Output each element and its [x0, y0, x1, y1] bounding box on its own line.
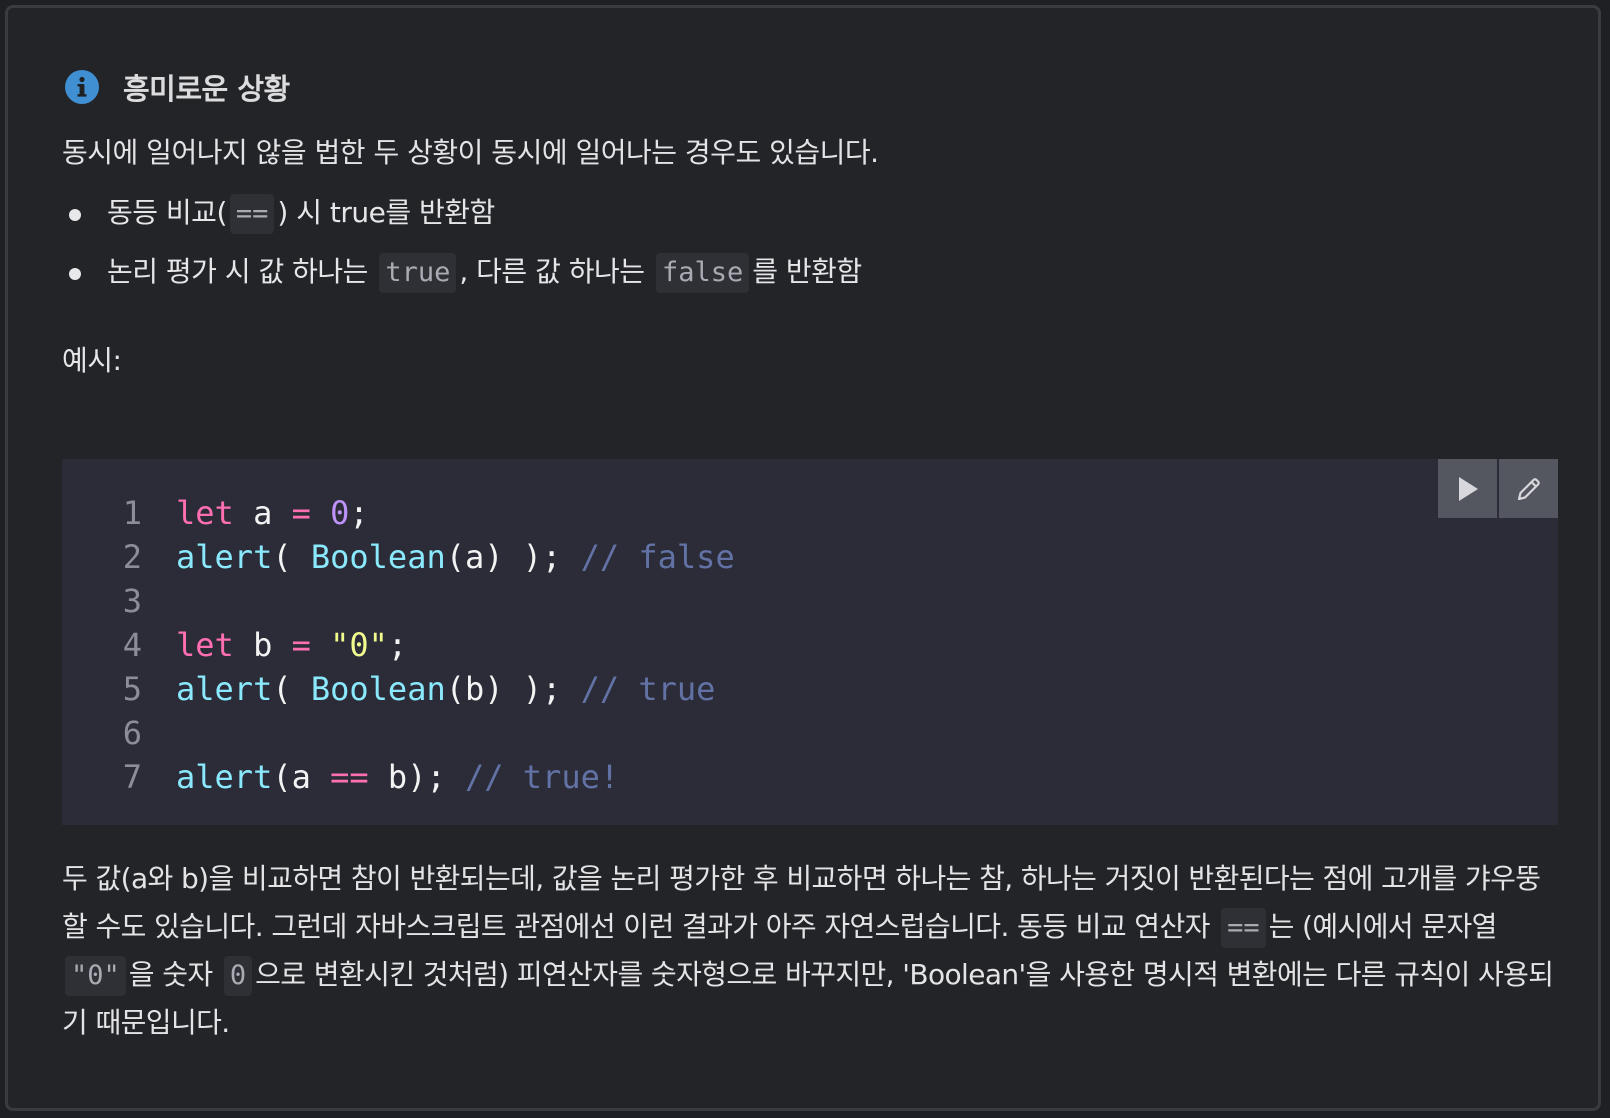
code-token: ;: [387, 626, 408, 664]
code-source: alert( Boolean(b) ); // true: [142, 667, 715, 711]
code-line: 5 alert( Boolean(b) ); // true: [62, 667, 735, 711]
content-frame: 흥미로운 상황 동시에 일어나지 않을 법한 두 상황이 동시에 일어나는 경우…: [5, 5, 1601, 1111]
code-source: alert( Boolean(a) ); // false: [142, 535, 735, 579]
code-line: 3: [62, 579, 735, 623]
note-header: 흥미로운 상황: [62, 63, 1562, 111]
edit-code-button[interactable]: [1499, 459, 1558, 518]
code-token: ;: [349, 494, 369, 532]
point-text: 를 반환함: [752, 255, 862, 288]
code-token: b);: [368, 758, 465, 796]
code-token: a: [233, 494, 292, 532]
code-source: let b = "0";: [142, 623, 407, 667]
outro-text: 을 숫자: [128, 958, 221, 991]
code-source: [142, 579, 176, 623]
code-token: (a: [272, 758, 331, 796]
code-line: 7 alert(a == b); // true!: [62, 755, 735, 799]
outro-paragraph: 두 값(a와 b)을 비교하면 참이 반환되는데, 값을 논리 평가한 후 비교…: [62, 855, 1562, 1047]
code-token: Boolean: [310, 670, 446, 708]
code-token: // true!: [464, 758, 620, 796]
code-block: 1 let a = 0; 2 alert( Boolean(a) ); // fals…: [62, 459, 1558, 825]
line-number: 7: [122, 758, 142, 796]
code-token: (a) );: [445, 538, 581, 576]
inline-code: 0: [223, 956, 253, 996]
code-token: let: [176, 494, 234, 532]
code-line: 1 let a = 0;: [62, 491, 735, 535]
code-token: (: [272, 670, 311, 708]
example-label: 예시:: [62, 344, 122, 377]
code-line: 6: [62, 711, 735, 755]
code-token: alert: [176, 758, 273, 796]
inline-code: "0": [65, 956, 126, 996]
list-item: 동등 비교(==) 시 true를 반환함: [62, 193, 1562, 234]
point-text: , 다른 값 하나는: [459, 255, 653, 288]
code-token: alert: [176, 538, 273, 576]
line-number: 4: [122, 626, 142, 664]
line-number: 1: [122, 494, 142, 532]
code-token: alert: [176, 670, 273, 708]
outro-text: 는 (예시에서 문자열: [1268, 910, 1498, 943]
code-token: b: [233, 626, 292, 664]
line-number: 5: [122, 670, 142, 708]
line-number: 6: [122, 714, 142, 752]
point-text: ) 시 true를 반환함: [277, 196, 495, 229]
outro-text: 으로 변환시킨 것처럼) 피연산자를 숫자형으로 바꾸지만, 'Boolean'…: [62, 958, 1554, 1039]
code-token: (b) );: [445, 670, 581, 708]
code-token: =: [291, 626, 311, 664]
code-line: 4 let b = "0";: [62, 623, 735, 667]
list-item: 논리 평가 시 값 하나는 true, 다른 값 하나는 false 를 반환함: [62, 252, 1562, 293]
inline-code: true: [379, 253, 457, 293]
code-source: alert(a == b); // true!: [142, 755, 619, 799]
intro-text: 동시에 일어나지 않을 법한 두 상황이 동시에 일어나는 경우도 있습니다.: [62, 136, 879, 169]
inline-code: false: [655, 253, 750, 293]
line-number: 3: [122, 582, 142, 620]
code-token: Boolean: [310, 538, 446, 576]
code-token: 0: [330, 494, 350, 532]
code-source: [142, 711, 176, 755]
code-token: let: [176, 626, 234, 664]
line-number: 2: [122, 538, 142, 576]
point-text: 동등 비교(: [107, 196, 227, 229]
points-list: 동등 비교(==) 시 true를 반환함 논리 평가 시 값 하나는 true…: [62, 193, 1562, 293]
code-toolbar: [1438, 459, 1558, 518]
code-token: // true: [580, 670, 716, 708]
point-text: 논리 평가 시 값 하나는: [107, 255, 377, 288]
code-source: let a = 0;: [142, 491, 369, 535]
inline-code: ==: [229, 194, 275, 234]
code-lines: 1 let a = 0; 2 alert( Boolean(a) ); // fals…: [62, 491, 735, 799]
code-line: 2 alert( Boolean(a) ); // false: [62, 535, 735, 579]
code-token: "0": [330, 626, 388, 664]
run-code-button[interactable]: [1438, 459, 1497, 518]
inline-code: ==: [1221, 908, 1266, 948]
code-token: (: [272, 538, 311, 576]
code-token: =: [291, 494, 311, 532]
play-icon: [1458, 476, 1478, 501]
pencil-icon: [1517, 477, 1540, 500]
note-box: 흥미로운 상황 동시에 일어나지 않을 법한 두 상황이 동시에 일어나는 경우…: [62, 63, 1562, 1039]
code-token: // false: [580, 538, 735, 576]
code-token: ==: [330, 758, 369, 796]
note-title: 흥미로운 상황: [123, 72, 290, 106]
info-icon: [65, 70, 99, 104]
